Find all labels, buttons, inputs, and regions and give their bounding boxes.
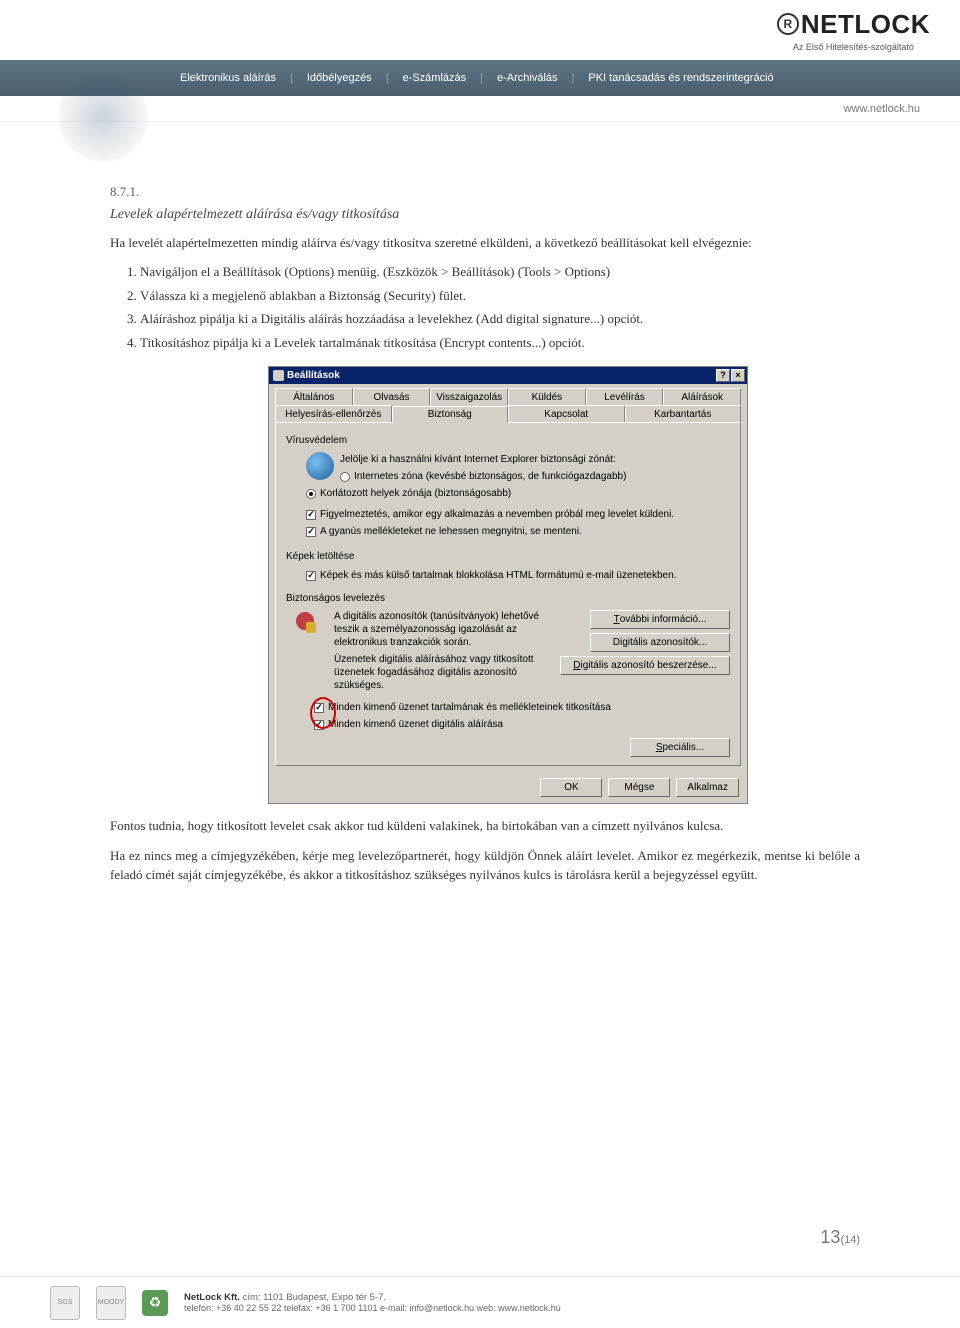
chk-block-images[interactable]: ✓ [306, 571, 316, 581]
radio-label: Internetes zóna (kevésbé biztonságos, de… [354, 469, 626, 484]
intro-paragraph: Ha levelét alapértelmezetten mindig aláí… [110, 233, 860, 253]
nav-item[interactable]: e-Archiválás [497, 72, 558, 84]
btn-text: ovábbi információ... [620, 612, 707, 627]
help-icon[interactable]: ? [716, 369, 730, 382]
moody-badge-icon: MOODY [96, 1286, 126, 1320]
sgs-badge-icon: SGS [50, 1286, 80, 1320]
site-nav: Elektronikus aláírás| Időbélyegzés| e-Sz… [0, 60, 960, 96]
radio-label: Korlátozott helyek zónája (biztonságosab… [320, 486, 511, 501]
globe-icon [306, 452, 334, 480]
site-url: www.netlock.hu [844, 103, 920, 115]
nav-item[interactable]: Időbélyegzés [307, 72, 372, 84]
tab-compose[interactable]: Levélírás [586, 388, 664, 405]
nav-item[interactable]: Elektronikus aláírás [180, 72, 276, 84]
tab-general[interactable]: Általános [275, 388, 353, 405]
chk-label: Figyelmeztetés, amikor egy alkalmazás a … [320, 507, 674, 522]
chk-label: Képek és más külső tartalmak blokkolása … [320, 568, 676, 583]
radio-restricted-zone[interactable] [306, 489, 316, 499]
footer-address: cím: 1101 Budapest, Expo tér 5-7. [243, 1292, 386, 1303]
note-paragraph-1: Fontos tudnia, hogy titkosított levelet … [110, 816, 860, 836]
secure-mail-label: Biztonságos levelezés [286, 591, 730, 606]
tab-security[interactable]: Biztonság [392, 406, 509, 423]
more-info-button[interactable]: További információ... [590, 610, 730, 629]
zone-hint: Jelölje ki a használni kívánt Internet E… [306, 452, 730, 467]
section-title: Levelek alapértelmezett aláírása és/vagy… [110, 204, 860, 225]
logo-r-icon: R [777, 13, 799, 35]
get-digital-id-button[interactable]: Digitális azonosító beszerzése... [560, 656, 730, 675]
chk-label: Minden kimenő üzenet tartalmának és mell… [328, 700, 611, 715]
logo-subtitle: Az Első Hitelesítés-szolgáltató [793, 42, 914, 52]
nav-item[interactable]: PKI tanácsadás és rendszerintegráció [588, 72, 773, 84]
page-current: 13 [820, 1227, 840, 1247]
netlock-logo: R NETLOCK Az Első Hitelesítés-szolgáltat… [777, 9, 930, 52]
tab-signatures[interactable]: Aláírások [663, 388, 741, 405]
options-dialog: Beállítások ? × Általános Olvasás Vissza… [268, 366, 748, 804]
tab-read[interactable]: Olvasás [353, 388, 431, 405]
step-item: Titkosításhoz pipálja ki a Levelek tarta… [140, 333, 860, 353]
step-item: Válassza ki a megjelenő ablakban a Bizto… [140, 286, 860, 306]
steps-list: Navigáljon el a Beállítások (Options) me… [140, 262, 860, 352]
recycle-icon: ♻ [142, 1290, 168, 1316]
tab-receipts[interactable]: Visszaigazolás [430, 388, 508, 405]
note-paragraph-2: Ha ez nincs meg a címjegyzékében, kérje … [110, 846, 860, 885]
logo-text: NETLOCK [801, 9, 930, 40]
chk-warn-send[interactable]: ✓ [306, 510, 316, 520]
nav-item[interactable]: e-Számlázás [403, 72, 467, 84]
page-total: (14) [840, 1234, 860, 1246]
dialog-titlebar: Beállítások ? × [269, 367, 747, 384]
advanced-button[interactable]: Speciális... [630, 738, 730, 757]
tab-connection[interactable]: Kapcsolat [508, 405, 625, 422]
footer-contact: telefon: +36 40 22 55 22 telefax: +36 1 … [184, 1303, 561, 1313]
secure-text-2: Üzenetek digitális aláírásához vagy titk… [334, 653, 550, 692]
cancel-button[interactable]: Mégse [608, 778, 670, 797]
tab-maintenance[interactable]: Karbantartás [625, 405, 742, 422]
section-number: 8.7.1. [110, 182, 860, 202]
page-footer: SGS MOODY ♻ NetLock Kft. cím: 1101 Budap… [0, 1276, 960, 1328]
tab-spelling[interactable]: Helyesírás-ellenőrzés [275, 405, 392, 422]
apply-button[interactable]: Alkalmaz [676, 778, 739, 797]
page-number: 13(14) [820, 1227, 860, 1248]
tab-send[interactable]: Küldés [508, 388, 586, 405]
fingerprint-decoration [58, 72, 148, 162]
step-item: Navigáljon el a Beállítások (Options) me… [140, 262, 860, 282]
dialog-title: Beállítások [287, 368, 340, 383]
radio-internet-zone[interactable] [340, 472, 350, 482]
ok-button[interactable]: OK [540, 778, 602, 797]
chk-label: A gyanús mellékleteket ne lehessen megny… [320, 524, 582, 539]
chk-label: Minden kimenő üzenet digitális aláírása [328, 717, 503, 732]
close-icon[interactable]: × [731, 369, 745, 382]
step-item: Aláíráshoz pipálja ki a Digitális aláírá… [140, 309, 860, 329]
secure-text-1: A digitális azonosítók (tanúsítványok) l… [334, 610, 550, 649]
footer-company: NetLock Kft. [184, 1292, 240, 1303]
red-circle-annotation [310, 697, 336, 729]
certificate-icon [294, 612, 320, 642]
chk-block-attachments[interactable]: ✓ [306, 527, 316, 537]
image-download-label: Képek letöltése [286, 549, 730, 564]
virus-protection-label: Vírusvédelem [286, 433, 730, 448]
digital-ids-button[interactable]: Digitális azonosítók... [590, 633, 730, 652]
gear-icon [273, 370, 284, 381]
